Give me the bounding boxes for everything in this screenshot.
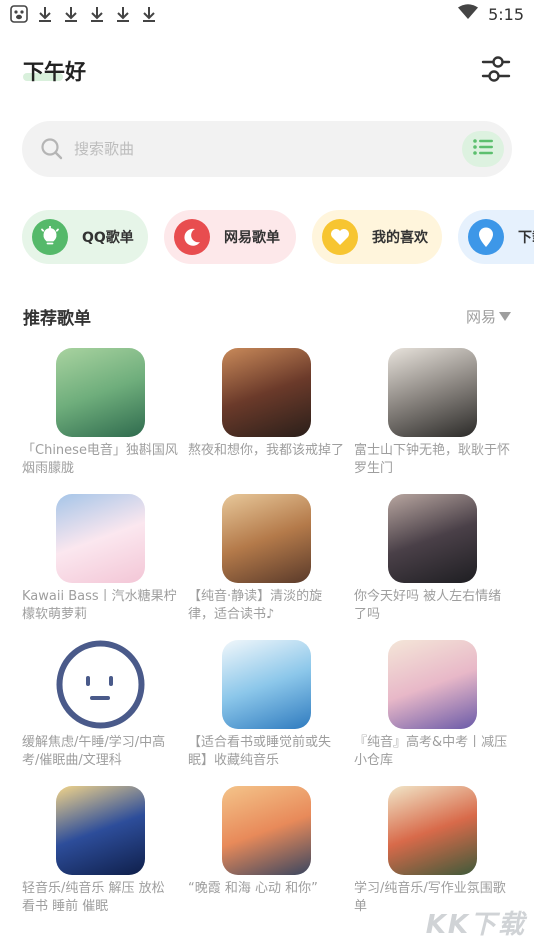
playlist-title: 『纯音』高考&中考丨减压小仓库 <box>354 735 508 768</box>
playlist-cover-image <box>56 494 145 583</box>
playlist-title: 富士山下钟无艳，耿耿于怀罗生门 <box>354 443 511 476</box>
chip-label: 下载 <box>518 230 534 246</box>
playlist-title: Kawaii Bass丨汽水糖果柠檬软萌萝莉 <box>22 589 177 622</box>
playlist-cover-image <box>388 348 477 437</box>
chip-label: 网易歌单 <box>224 230 280 246</box>
playlist-title: 轻音乐/纯音乐 解压 放松 看书 睡前 催眠 <box>22 881 165 914</box>
status-bar: 5:15 <box>0 0 534 30</box>
playlist-cover-image <box>222 640 311 729</box>
quick-access-chips: QQ歌单 网易歌单 我的喜欢 下载 <box>22 210 534 264</box>
chip-downloads[interactable]: 下载 <box>458 210 534 264</box>
playlist-title: 【纯音·静读】清淡的旋律，适合读书♪ <box>188 589 323 622</box>
playlist-cover-image <box>388 494 477 583</box>
location-pin-icon <box>468 219 504 255</box>
search-icon <box>40 137 64 161</box>
baidu-paw-icon <box>10 4 28 24</box>
playlist-cover-image <box>56 640 145 729</box>
status-time: 5:15 <box>488 4 524 24</box>
playlist-title: 熬夜和想你，我都该戒掉了 <box>188 443 345 458</box>
playlist-title: 缓解焦虑/午睡/学习/中高考/催眠曲/文理科 <box>22 735 166 768</box>
search-bar[interactable]: 搜索歌曲 <box>22 121 512 177</box>
chip-label: QQ歌单 <box>82 230 134 246</box>
download-icon <box>140 4 158 24</box>
playlist-cover-image <box>222 348 311 437</box>
download-icon <box>62 4 80 24</box>
heart-icon <box>322 219 358 255</box>
playlist-menu-button[interactable] <box>462 131 504 167</box>
status-notification-icons <box>10 4 158 24</box>
playlist-title: “晚霞 和海 心动 和你” <box>188 881 318 896</box>
chip-netease-playlist[interactable]: 网易歌单 <box>164 210 296 264</box>
caret-down-icon <box>499 308 512 326</box>
playlist-cover-image <box>56 348 145 437</box>
settings-button[interactable] <box>480 54 512 84</box>
playlist-title: 你今天好吗 被人左右情绪了吗 <box>354 589 502 622</box>
playlist-cover-image <box>388 640 477 729</box>
chip-label: 我的喜欢 <box>372 230 428 246</box>
lightbulb-icon <box>32 219 68 255</box>
list-icon <box>473 139 493 159</box>
playlist-cover-image <box>222 494 311 583</box>
source-dropdown-label: 网易 <box>466 308 497 326</box>
greeting-title: 下午好 <box>23 60 86 84</box>
playlist-cover-image <box>56 786 145 875</box>
sliders-icon <box>480 56 512 88</box>
download-icon <box>36 4 54 24</box>
download-icon <box>114 4 132 24</box>
watermark: KK下载 <box>425 910 526 940</box>
playlist-title: 【适合看书或睡觉前或失眠】收藏纯音乐 <box>188 735 332 768</box>
download-icon <box>88 4 106 24</box>
chip-my-favorites[interactable]: 我的喜欢 <box>312 210 442 264</box>
playlist-cover-image <box>388 786 477 875</box>
chip-qq-playlist[interactable]: QQ歌单 <box>22 210 148 264</box>
moon-icon <box>174 219 210 255</box>
search-placeholder: 搜索歌曲 <box>74 140 135 158</box>
playlist-cover-image <box>222 786 311 875</box>
wifi-icon <box>458 4 479 24</box>
playlist-title: 「Chinese电音」独斟国风烟雨朦胧 <box>22 443 178 476</box>
recommended-playlists-title: 推荐歌单 <box>23 309 91 329</box>
source-dropdown[interactable]: 网易 <box>466 306 512 327</box>
